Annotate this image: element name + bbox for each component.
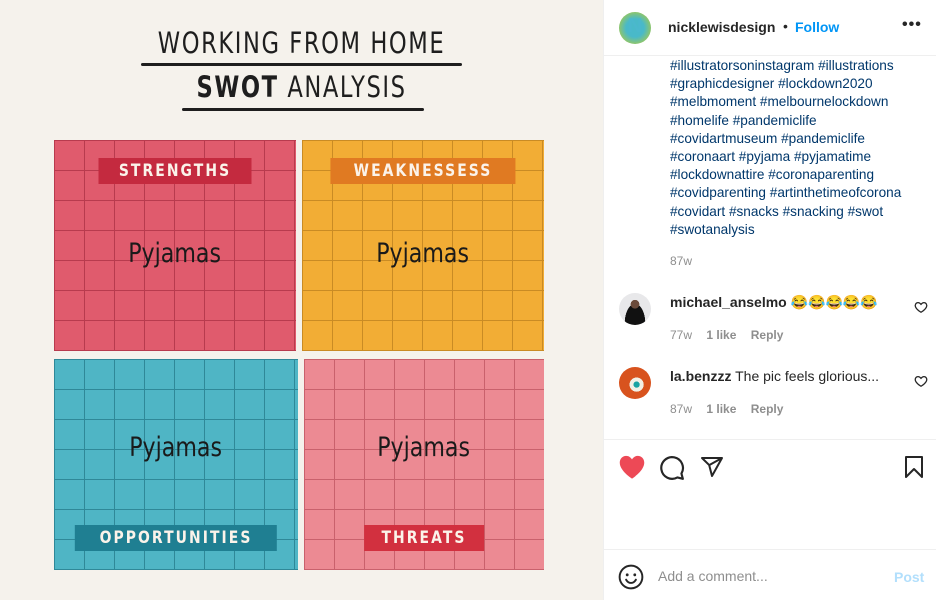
comment-likes[interactable]: 1 like <box>706 328 736 342</box>
more-options-icon[interactable]: ••• <box>902 16 922 34</box>
like-heart-icon[interactable] <box>618 454 646 480</box>
comment-meta: 87w 1 like Reply <box>670 402 794 416</box>
hashtag-link[interactable]: #pandemiclife <box>781 131 865 146</box>
bookmark-icon[interactable] <box>902 455 926 479</box>
hashtag-link[interactable]: #melbournelockdown <box>760 94 888 109</box>
image-title-line2: SWOT ANALYSIS <box>66 70 536 104</box>
quadrant-label: STRENGTHS <box>98 158 252 184</box>
add-comment-input[interactable] <box>658 565 878 587</box>
image-title-line1: WORKING FROM HOME <box>157 26 446 60</box>
hashtag-link[interactable]: #covidart <box>670 204 725 219</box>
hashtag-link[interactable]: #covidparenting <box>670 185 766 200</box>
commenter-username[interactable]: la.benzzz <box>670 368 731 384</box>
separator-dot: • <box>783 18 788 34</box>
comment-text: michael_anselmo 😂😂😂😂😂 <box>670 294 878 311</box>
hashtag-link[interactable]: #coronaart <box>670 149 735 164</box>
comment-likes[interactable]: 1 like <box>706 402 736 416</box>
post-caption: #illustratorsoninstagram #illustrations #… <box>670 57 932 239</box>
quadrant-threats: Pyjamas THREATS <box>304 359 544 570</box>
quadrant-label: WEAKNESSESS <box>330 158 516 184</box>
quadrant-strengths: STRENGTHS Pyjamas <box>54 140 296 351</box>
emoji-smiley-icon[interactable] <box>618 564 644 590</box>
hashtag-link[interactable]: #snacking <box>783 204 844 219</box>
comment-composer: Post <box>604 549 936 600</box>
hashtag-link[interactable]: #pyjama <box>739 149 790 164</box>
caption-line: #coronaart #pyjama #pyjamatime <box>670 148 932 166</box>
hashtag-link[interactable]: #lockdown2020 <box>778 76 872 91</box>
caption-line: #lockdownattire #coronaparenting <box>670 166 932 184</box>
comment-icon[interactable] <box>659 455 685 481</box>
quadrant-content: Pyjamas <box>129 432 223 463</box>
post-image[interactable]: WORKING FROM HOME SWOT ANALYSIS STRENGTH… <box>0 0 603 600</box>
post-header: nicklewisdesign • Follow ••• <box>604 0 936 56</box>
author-username[interactable]: nicklewisdesign <box>668 19 775 35</box>
quadrant-opportunities: Pyjamas OPPORTUNITIES <box>54 359 298 570</box>
hashtag-link[interactable]: #lockdownattire <box>670 167 764 182</box>
hashtag-link[interactable]: #homelife <box>670 113 729 128</box>
reply-button[interactable]: Reply <box>751 328 784 342</box>
caption-line: #covidparenting #artinthetimeofcorona <box>670 184 932 202</box>
swot-word: SWOT <box>196 70 279 104</box>
caption-line: #covidart #snacks #snacking #swot <box>670 203 932 221</box>
quadrant-label: THREATS <box>364 525 484 551</box>
analysis-word: ANALYSIS <box>278 70 407 104</box>
commenter-avatar[interactable] <box>619 293 651 325</box>
comment-meta: 77w 1 like Reply <box>670 328 794 342</box>
commenter-avatar[interactable] <box>619 367 651 399</box>
hashtag-link[interactable]: #pyjamatime <box>794 149 871 164</box>
quadrant-label: OPPORTUNITIES <box>74 525 278 551</box>
quadrant-weaknesses: WEAKNESSESS Pyjamas <box>302 140 544 351</box>
hashtag-link[interactable]: #illustratorsoninstagram <box>670 58 814 73</box>
post-comment-button[interactable]: Post <box>894 569 924 585</box>
caption-timestamp[interactable]: 87w <box>670 254 692 268</box>
caption-line: #graphicdesigner #lockdown2020 <box>670 75 932 93</box>
hashtag-link[interactable]: #artinthetimeofcorona <box>770 185 901 200</box>
comment-body: 😂😂😂😂😂 <box>786 294 878 310</box>
title-underline <box>182 108 424 111</box>
comment-body: The pic feels glorious... <box>731 368 880 384</box>
hashtag-link[interactable]: #swot <box>848 204 884 219</box>
hashtag-link[interactable]: #graphicdesigner <box>670 76 774 91</box>
comment-item: michael_anselmo 😂😂😂😂😂 77w 1 like Reply <box>604 292 936 352</box>
quadrant-content: Pyjamas <box>377 432 471 463</box>
quadrant-content: Pyjamas <box>376 238 470 269</box>
commenter-username[interactable]: michael_anselmo <box>670 294 787 310</box>
hashtag-link[interactable]: #snacks <box>729 204 779 219</box>
hashtag-link[interactable]: #coronaparenting <box>768 167 874 182</box>
comment-time[interactable]: 87w <box>670 402 692 416</box>
post-actions <box>604 439 936 549</box>
comment-time[interactable]: 77w <box>670 328 692 342</box>
comment-like-heart-icon[interactable] <box>914 300 928 314</box>
hashtag-link[interactable]: #swotanalysis <box>670 222 755 237</box>
caption-line: #illustratorsoninstagram #illustrations <box>670 57 932 75</box>
quadrant-content: Pyjamas <box>128 238 222 269</box>
comment-item: la.benzzz The pic feels glorious... 87w … <box>604 366 936 426</box>
author-avatar[interactable] <box>619 12 651 44</box>
hashtag-link[interactable]: #melbmoment <box>670 94 756 109</box>
caption-line: #covidartmuseum #pandemiclife <box>670 130 932 148</box>
follow-button[interactable]: Follow <box>795 19 839 35</box>
reply-button[interactable]: Reply <box>751 402 784 416</box>
share-paper-plane-icon[interactable] <box>700 455 724 479</box>
caption-line: #swotanalysis <box>670 221 932 239</box>
caption-line: #melbmoment #melbournelockdown <box>670 93 932 111</box>
caption-line: #homelife #pandemiclife <box>670 112 932 130</box>
hashtag-link[interactable]: #illustrations <box>818 58 894 73</box>
comment-text: la.benzzz The pic feels glorious... <box>670 368 879 384</box>
post-sidebar: nicklewisdesign • Follow ••• #illustrato… <box>603 0 936 600</box>
hashtag-link[interactable]: #covidartmuseum <box>670 131 777 146</box>
title-underline <box>141 63 462 66</box>
comment-like-heart-icon[interactable] <box>914 374 928 388</box>
hashtag-link[interactable]: #pandemiclife <box>733 113 817 128</box>
